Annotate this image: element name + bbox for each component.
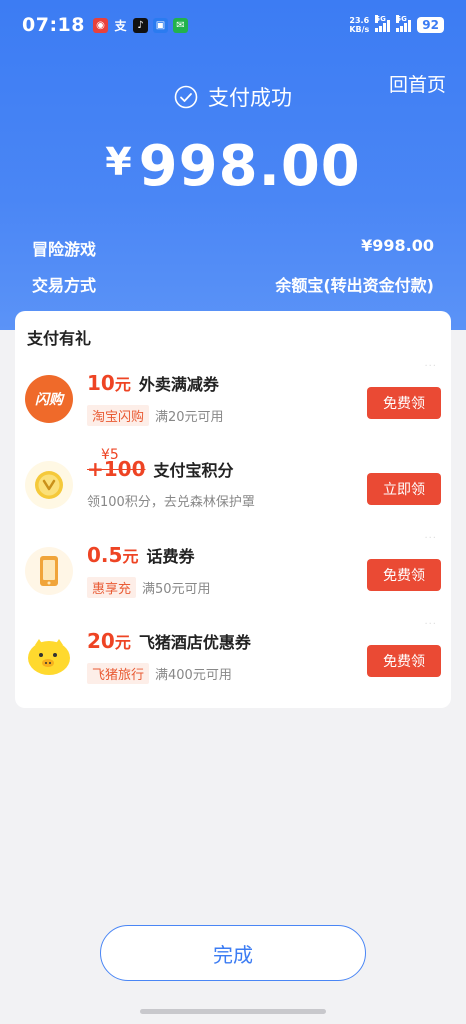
shangou-icon: 闪购 xyxy=(25,375,73,423)
payment-success-row: 支付成功 xyxy=(0,82,466,112)
gift-value: 10元 xyxy=(87,371,131,395)
home-indicator[interactable] xyxy=(140,1009,326,1014)
more-dots: ··· xyxy=(424,361,437,372)
gift-value-unit: 元 xyxy=(114,375,131,394)
gift-name: 支付宝积分 xyxy=(153,461,234,480)
gift-tag: 淘宝闪购 xyxy=(87,405,150,426)
payment-method-label: 交易方式 xyxy=(32,276,97,295)
order-item-label: 冒险游戏 xyxy=(32,240,97,259)
gift-note: 满20元可用 xyxy=(155,410,224,425)
signal-icon-sim1: 5G xyxy=(375,15,391,32)
phone-icon xyxy=(25,547,73,595)
gift-value: 0.5元 xyxy=(87,543,138,567)
points-coin-icon xyxy=(25,461,73,509)
sim1-network-label: 5G xyxy=(375,15,386,23)
wechat-icon: ✉ xyxy=(172,17,188,33)
more-dots: ··· xyxy=(424,533,437,544)
gift-value: +100 xyxy=(87,457,146,481)
network-speed-unit: KB/s xyxy=(349,25,370,34)
payment-method-value: 余额宝(转出资金付款) xyxy=(275,276,434,295)
currency-symbol: ¥ xyxy=(105,140,133,184)
network-speed-value: 23.6 xyxy=(349,16,370,25)
payment-gifts-card: 支付有礼 ··· 闪购 10元 外卖满减券 淘宝闪购 满20元可用 免费领 ¥5… xyxy=(15,311,451,708)
gift-note: 满50元可用 xyxy=(142,582,211,597)
gift-item-phone-bill-coupon: ··· 0.5元 话费券 惠享充 满50元可用 免费领 xyxy=(15,533,451,619)
gift-item-fliggy-hotel-coupon: ··· 20元 飞猪酒店优惠券 飞猪旅行 满400元可用 免费领 xyxy=(15,619,451,705)
status-time: 07:18 xyxy=(22,14,85,36)
gift-item-alipay-points: ¥5 +100 支付宝积分 领100积分，去兑森林保护罩 立即领 xyxy=(15,447,451,533)
order-item-row: 冒险游戏 ¥998.00 xyxy=(32,236,434,260)
payment-method-row: 交易方式 余额宝(转出资金付款) xyxy=(32,272,434,296)
gift-value: 20元 xyxy=(87,629,131,653)
gift-tag: 飞猪旅行 xyxy=(87,663,150,684)
fliggy-pig-icon xyxy=(25,633,73,681)
signal-icon-sim2: 5G xyxy=(396,15,412,32)
gifts-card-title: 支付有礼 xyxy=(27,329,92,348)
netease-music-icon: ◉ xyxy=(92,17,108,33)
gift-note: 满400元可用 xyxy=(155,668,232,683)
gift-name: 话费券 xyxy=(146,547,195,566)
gift-note: 领100积分，去兑森林保护罩 xyxy=(87,495,255,510)
gift-name: 飞猪酒店优惠券 xyxy=(138,633,251,652)
message-app-icon: ▣ xyxy=(152,17,168,33)
more-dots: ··· xyxy=(424,619,437,630)
gift-value-unit: 元 xyxy=(122,547,139,566)
order-item-amount: ¥998.00 xyxy=(361,236,434,255)
alipay-icon: 支 xyxy=(114,18,127,33)
gift-value-number: 20 xyxy=(87,629,115,653)
check-circle-icon xyxy=(174,85,198,109)
claim-points-button[interactable]: 立即领 xyxy=(367,473,441,505)
amount-value: 998.00 xyxy=(138,134,361,199)
done-button[interactable]: 完成 xyxy=(100,925,366,981)
notification-icons: ◉ 支 ♪ ▣ ✉ xyxy=(92,17,188,33)
payment-success-text: 支付成功 xyxy=(208,86,292,110)
shangou-icon-text: 闪购 xyxy=(35,392,63,408)
tiktok-icon: ♪ xyxy=(132,17,148,33)
claim-food-coupon-button[interactable]: 免费领 xyxy=(367,387,441,419)
gift-value-number: 0.5 xyxy=(87,543,123,567)
gift-tag: 惠享充 xyxy=(87,577,137,598)
gift-value-number: 10 xyxy=(87,371,115,395)
claim-hotel-coupon-button[interactable]: 免费领 xyxy=(367,645,441,677)
battery-icon: 92 xyxy=(417,17,444,33)
gift-value-unit: 元 xyxy=(114,633,131,652)
status-bar: 07:18 ◉ 支 ♪ ▣ ✉ 23.6 KB/s 5G 5G 92 xyxy=(0,0,466,50)
network-speed: 23.6 KB/s xyxy=(349,16,369,34)
sim2-network-label: 5G xyxy=(396,15,407,23)
claim-phone-coupon-button[interactable]: 免费领 xyxy=(367,559,441,591)
payment-amount: ¥998.00 xyxy=(0,134,466,199)
gift-name: 外卖满减券 xyxy=(138,375,219,394)
gift-item-food-coupon: ··· 闪购 10元 外卖满减券 淘宝闪购 满20元可用 免费领 xyxy=(15,361,451,447)
